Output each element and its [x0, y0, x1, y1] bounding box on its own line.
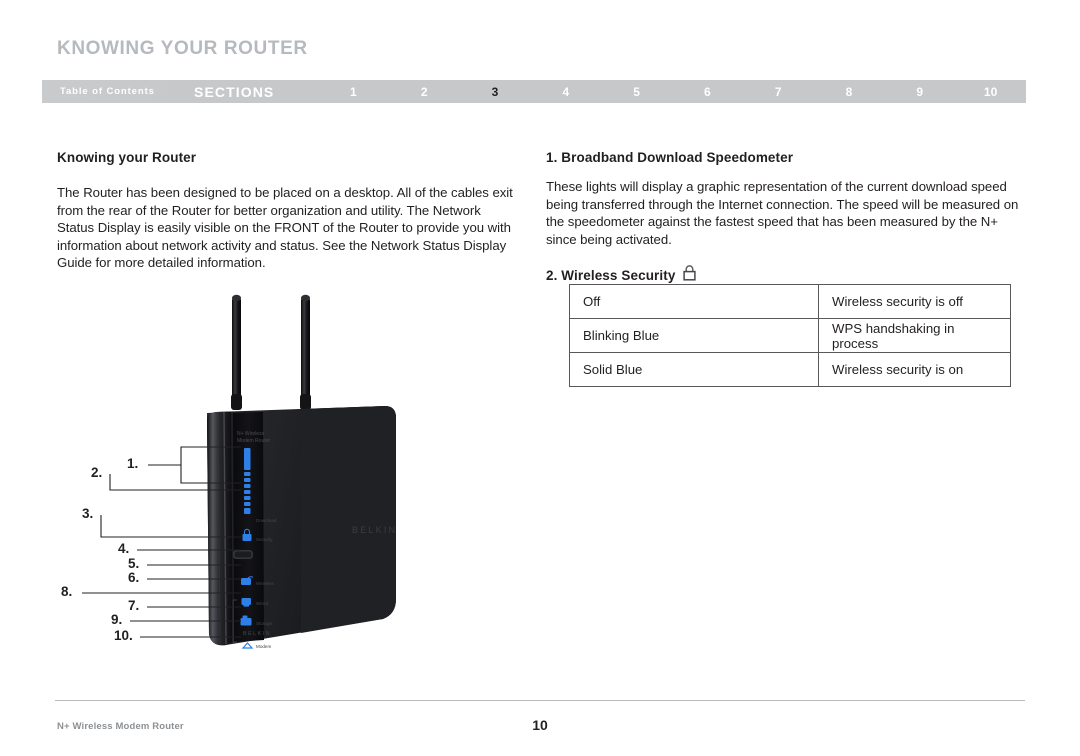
speedometer-paragraph: These lights will display a graphic repr… — [546, 179, 1019, 247]
footer-page-number: 10 — [532, 717, 548, 733]
sections-label: SECTIONS — [194, 83, 275, 100]
status-state: Off — [569, 284, 819, 319]
callout-6: 6. — [128, 570, 140, 585]
callout-4: 4. — [118, 541, 130, 556]
section-number-2[interactable]: 2 — [389, 85, 460, 99]
wireless-security-heading: 2. Wireless Security — [546, 267, 676, 283]
wireless-security-status-table: Off Wireless security is off Blinking Bl… — [569, 284, 1011, 387]
section-number-6[interactable]: 6 — [672, 85, 743, 99]
section-number-list: 1 2 3 4 5 6 7 8 9 10 — [318, 80, 1026, 103]
section-number-4[interactable]: 4 — [530, 85, 601, 99]
left-column-paragraph: The Router has been designed to be place… — [57, 185, 513, 271]
status-meaning: WPS handshaking in process — [818, 318, 1011, 353]
section-number-7[interactable]: 7 — [743, 85, 814, 99]
status-state: Solid Blue — [569, 352, 819, 387]
page-title: KNOWING YOUR ROUTER — [57, 38, 308, 59]
callout-10: 10. — [114, 628, 133, 643]
status-state: Blinking Blue — [569, 318, 819, 353]
section-nav-bar: Table of Contents SECTIONS 1 2 3 4 5 6 7… — [42, 80, 1026, 103]
section-number-5[interactable]: 5 — [601, 85, 672, 99]
table-row: Off Wireless security is off — [569, 284, 1011, 319]
table-of-contents-link[interactable]: Table of Contents — [42, 86, 194, 97]
footer-divider — [55, 700, 1025, 701]
left-column-heading: Knowing your Router — [57, 150, 197, 165]
callout-8: 8. — [61, 584, 73, 599]
callout-5: 5. — [128, 556, 140, 571]
callout-3: 3. — [82, 506, 94, 521]
router-illustration: N+ Wireless Modem Router Download Securi… — [55, 282, 475, 657]
right-column: 1. Broadband Download Speedometer These … — [546, 150, 1026, 304]
callout-7: 7. — [128, 598, 140, 613]
brand-logo-face: BELKIN — [352, 525, 398, 535]
section-number-1[interactable]: 1 — [318, 85, 389, 99]
brand-logo-bottom: BELKIN — [243, 631, 271, 637]
speedometer-heading: 1. Broadband Download Speedometer — [546, 150, 794, 165]
callout-9: 9. — [111, 612, 123, 627]
left-column: Knowing your Router The Router has been … — [57, 150, 520, 272]
callout-2: 2. — [91, 465, 103, 480]
table-row: Blinking Blue WPS handshaking in process — [569, 318, 1011, 353]
section-number-3[interactable]: 3 — [460, 85, 531, 99]
table-row: Solid Blue Wireless security is on — [569, 352, 1011, 387]
status-meaning: Wireless security is on — [818, 352, 1011, 387]
section-number-9[interactable]: 9 — [884, 85, 955, 99]
callout-1: 1. — [127, 456, 139, 471]
section-number-8[interactable]: 8 — [814, 85, 885, 99]
status-meaning: Wireless security is off — [818, 284, 1011, 319]
callout-leader-lines — [82, 446, 241, 638]
section-number-10[interactable]: 10 — [955, 85, 1026, 99]
